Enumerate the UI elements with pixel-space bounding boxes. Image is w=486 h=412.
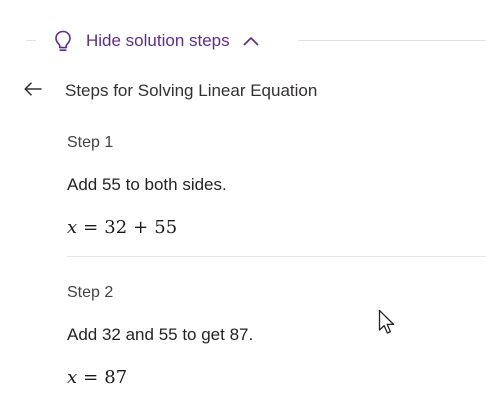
step-heading: Step 2 xyxy=(67,284,114,301)
step-divider xyxy=(67,256,486,257)
step-description: Add 32 and 55 to get 87. xyxy=(67,325,254,344)
chevron-up-icon xyxy=(242,35,260,47)
step-equation: x = 32 +55 xyxy=(67,215,486,241)
step-heading: Step 1 xyxy=(67,134,114,151)
toggle-divider-right xyxy=(298,40,486,41)
equation-equals: = xyxy=(83,217,99,238)
toggle-divider-left xyxy=(26,40,36,41)
equation-variable: x xyxy=(67,367,78,388)
step-1: Step 1 Add 55 to both sides. x = 32 +55 xyxy=(67,132,486,241)
equation-term: 32 xyxy=(104,217,128,238)
step-equation: x = 87 xyxy=(67,365,486,391)
steps-title: Steps for Solving Linear Equation xyxy=(65,81,318,100)
hide-solution-steps-button[interactable]: Hide solution steps xyxy=(52,26,260,56)
equation-plus: + xyxy=(133,217,149,238)
step-description: Add 55 to both sides. xyxy=(67,175,227,194)
step-2: Step 2 Add 32 and 55 to get 87. x = 87 xyxy=(67,282,486,391)
equation-term: 55 xyxy=(154,217,178,238)
equation-result: 87 xyxy=(104,367,128,388)
equation-equals: = xyxy=(83,367,99,388)
equation-variable: x xyxy=(67,217,78,238)
hide-solution-steps-label: Hide solution steps xyxy=(86,31,230,50)
solution-toggle-row: Hide solution steps xyxy=(0,22,486,60)
arrow-left-icon xyxy=(24,81,42,101)
lightbulb-icon xyxy=(52,29,74,53)
steps-header: Steps for Solving Linear Equation xyxy=(0,74,486,108)
back-button[interactable] xyxy=(20,79,46,103)
